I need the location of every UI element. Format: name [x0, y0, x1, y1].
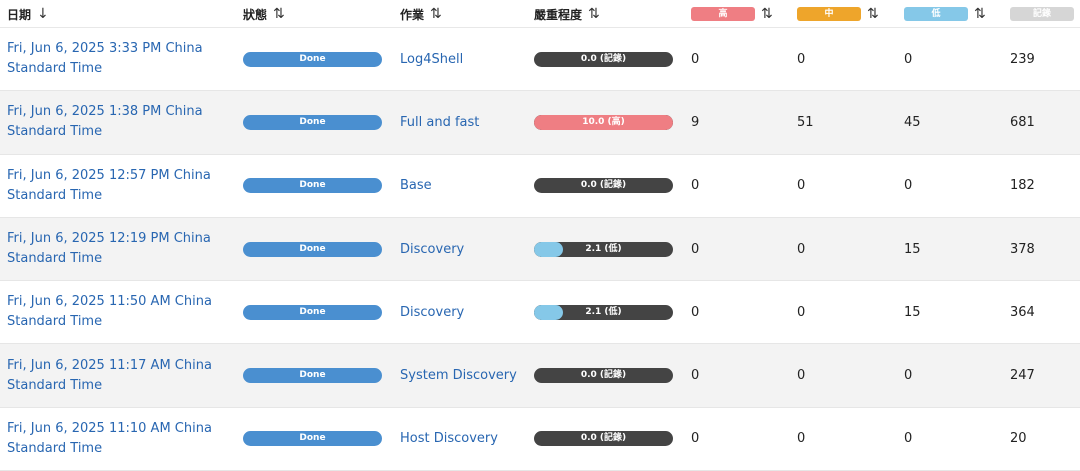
severity-bar-label: 2.1 (低)	[585, 306, 622, 317]
log-count: 378	[1010, 241, 1035, 257]
task-link[interactable]: Full and fast	[400, 115, 479, 130]
reports-table: 日期 ↓ 狀態 ⇅ 作業 ⇅ 嚴重程度 ⇅ 高 ⇅ 中 ⇅ 低 ⇅ 記錄 Fri…	[0, 0, 1080, 471]
low-count: 0	[904, 368, 913, 384]
log-count: 182	[1010, 178, 1035, 194]
severity-bar: 0.0 (記錄)	[534, 51, 673, 67]
column-header-severity-label: 嚴重程度	[534, 7, 583, 22]
medium-severity-chip: 中	[797, 7, 861, 21]
severity-bar: 2.1 (低)	[534, 304, 673, 320]
task-link[interactable]: System Discovery	[400, 368, 517, 383]
column-header-date-label: 日期	[7, 7, 32, 22]
table-row: Fri, Jun 6, 2025 12:57 PM China Standard…	[0, 155, 1080, 218]
report-date-link[interactable]: Fri, Jun 6, 2025 12:57 PM China Standard…	[7, 166, 232, 206]
high-count: 0	[691, 304, 700, 320]
severity-bar-label: 2.1 (低)	[585, 243, 622, 254]
severity-bar: 0.0 (記錄)	[534, 431, 673, 447]
log-count: 364	[1010, 304, 1035, 320]
status-badge: Done	[243, 368, 382, 384]
medium-count: 0	[797, 431, 806, 447]
table-row: Fri, Jun 6, 2025 3:33 PM China Standard …	[0, 28, 1080, 92]
status-badge: Done	[243, 304, 382, 320]
severity-bar-label: 0.0 (記錄)	[580, 180, 627, 191]
severity-bar: 2.1 (低)	[534, 241, 673, 257]
table-row: Fri, Jun 6, 2025 11:17 AM China Standard…	[0, 344, 1080, 408]
report-date-link[interactable]: Fri, Jun 6, 2025 3:33 PM China Standard …	[7, 39, 232, 79]
severity-bar: 10.0 (高)	[534, 114, 673, 130]
sort-icon[interactable]: ⇅	[430, 7, 442, 21]
sort-icon[interactable]: ⇅	[273, 7, 285, 21]
table-row: Fri, Jun 6, 2025 11:50 AM China Standard…	[0, 281, 1080, 345]
low-count: 0	[904, 51, 913, 67]
table-row: Fri, Jun 6, 2025 12:19 PM China Standard…	[0, 217, 1080, 282]
high-count: 9	[691, 114, 700, 130]
medium-count: 51	[797, 114, 814, 130]
severity-bar-label: 0.0 (記錄)	[580, 53, 627, 64]
report-date-link[interactable]: Fri, Jun 6, 2025 11:50 AM China Standard…	[7, 292, 232, 332]
table-body: Fri, Jun 6, 2025 3:33 PM China Standard …	[0, 28, 1080, 471]
status-badge: Done	[243, 241, 382, 257]
task-link[interactable]: Base	[400, 178, 432, 193]
log-count: 20	[1010, 431, 1027, 447]
sort-icon[interactable]: ⇅	[588, 7, 600, 21]
severity-bar: 0.0 (記錄)	[534, 368, 673, 384]
sort-icon[interactable]: ⇅	[974, 7, 986, 21]
table-header: 日期 ↓ 狀態 ⇅ 作業 ⇅ 嚴重程度 ⇅ 高 ⇅ 中 ⇅ 低 ⇅ 記錄	[0, 0, 1080, 28]
log-severity-chip: 記錄	[1010, 7, 1074, 21]
low-count: 0	[904, 431, 913, 447]
column-header-status[interactable]: 狀態 ⇅	[243, 0, 285, 28]
high-severity-chip: 高	[691, 7, 755, 21]
column-header-date[interactable]: 日期 ↓	[7, 0, 49, 28]
sort-icon[interactable]: ⇅	[867, 7, 879, 21]
task-link[interactable]: Discovery	[400, 305, 464, 320]
table-row: Fri, Jun 6, 2025 1:38 PM China Standard …	[0, 91, 1080, 155]
sort-icon[interactable]: ⇅	[761, 7, 773, 21]
severity-bar-label: 10.0 (高)	[582, 116, 625, 127]
low-count: 15	[904, 304, 921, 320]
column-header-log[interactable]: 記錄	[1010, 0, 1074, 28]
table-row: Fri, Jun 6, 2025 11:10 AM China Standard…	[0, 408, 1080, 471]
status-badge: Done	[243, 178, 382, 194]
sort-descending-icon[interactable]: ↓	[37, 7, 49, 21]
medium-count: 0	[797, 178, 806, 194]
status-badge: Done	[243, 51, 382, 67]
high-count: 0	[691, 241, 700, 257]
task-link[interactable]: Discovery	[400, 242, 464, 257]
low-count: 45	[904, 114, 921, 130]
report-date-link[interactable]: Fri, Jun 6, 2025 11:17 AM China Standard…	[7, 356, 232, 396]
low-count: 0	[904, 178, 913, 194]
status-badge: Done	[243, 431, 382, 447]
low-severity-chip: 低	[904, 7, 968, 21]
low-count: 15	[904, 241, 921, 257]
severity-bar: 0.0 (記錄)	[534, 178, 673, 194]
high-count: 0	[691, 51, 700, 67]
column-header-task-label: 作業	[400, 7, 425, 22]
log-count: 681	[1010, 114, 1035, 130]
report-date-link[interactable]: Fri, Jun 6, 2025 12:19 PM China Standard…	[7, 229, 232, 269]
report-date-link[interactable]: Fri, Jun 6, 2025 1:38 PM China Standard …	[7, 102, 232, 142]
task-link[interactable]: Host Discovery	[400, 431, 498, 446]
medium-count: 0	[797, 368, 806, 384]
report-date-link[interactable]: Fri, Jun 6, 2025 11:10 AM China Standard…	[7, 419, 232, 459]
severity-bar-label: 0.0 (記錄)	[580, 433, 627, 444]
medium-count: 0	[797, 241, 806, 257]
column-header-low[interactable]: 低 ⇅	[904, 0, 986, 28]
column-header-severity[interactable]: 嚴重程度 ⇅	[534, 0, 600, 28]
medium-count: 0	[797, 51, 806, 67]
severity-bar-label: 0.0 (記錄)	[580, 370, 627, 381]
task-link[interactable]: Log4Shell	[400, 52, 463, 67]
status-badge: Done	[243, 114, 382, 130]
high-count: 0	[691, 178, 700, 194]
high-count: 0	[691, 368, 700, 384]
log-count: 247	[1010, 368, 1035, 384]
column-header-high[interactable]: 高 ⇅	[691, 0, 773, 28]
log-count: 239	[1010, 51, 1035, 67]
high-count: 0	[691, 431, 700, 447]
medium-count: 0	[797, 304, 806, 320]
column-header-task[interactable]: 作業 ⇅	[400, 0, 442, 28]
column-header-status-label: 狀態	[243, 7, 268, 22]
column-header-medium[interactable]: 中 ⇅	[797, 0, 879, 28]
